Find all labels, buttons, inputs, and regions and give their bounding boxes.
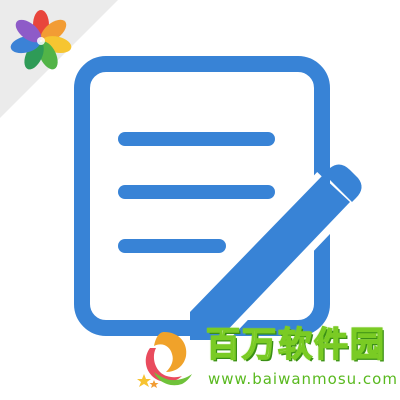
watermark-brand-text: 百万软件园 (205, 325, 386, 365)
watermark-url-text: www.baiwanmosu.com (208, 370, 398, 388)
app-icon-canvas: 百万软件园 www.baiwanmosu.com (0, 0, 400, 400)
watermark-logo-icon (137, 332, 192, 388)
watermark: 百万软件园 www.baiwanmosu.com (126, 318, 400, 400)
